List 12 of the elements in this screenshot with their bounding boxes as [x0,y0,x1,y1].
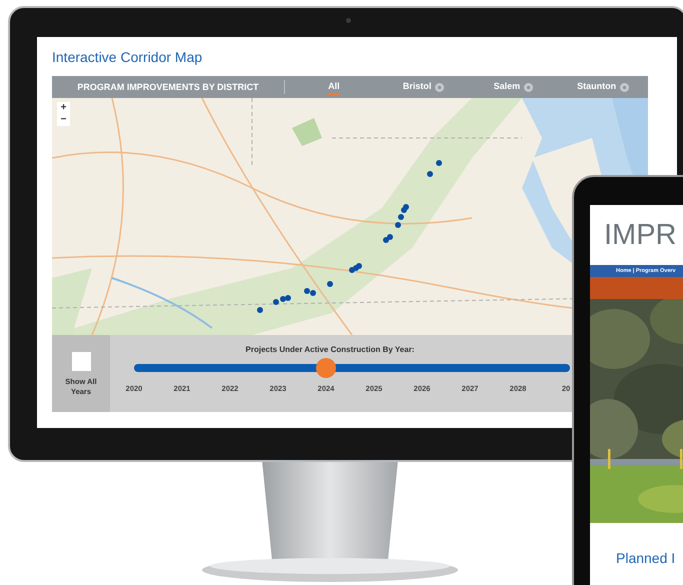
camera-dot [346,18,351,23]
section-heading: Planned I [615,550,676,566]
district-tab[interactable]: Staunton [577,79,616,95]
show-all-checkbox[interactable] [72,352,90,371]
year-slider[interactable] [134,358,570,378]
district-tab[interactable]: Salem [494,79,520,95]
district-tab[interactable]: All [328,79,340,95]
page-title: Interactive Corridor Map [52,49,204,67]
district-bar-title: PROGRAM IMPROVEMENTS BY DISTRICT [76,82,260,92]
slider-thumb[interactable] [316,358,336,378]
timeline-title: Projects Under Active Construction By Year: [244,345,416,354]
district-tab[interactable]: Bristol [402,79,432,95]
